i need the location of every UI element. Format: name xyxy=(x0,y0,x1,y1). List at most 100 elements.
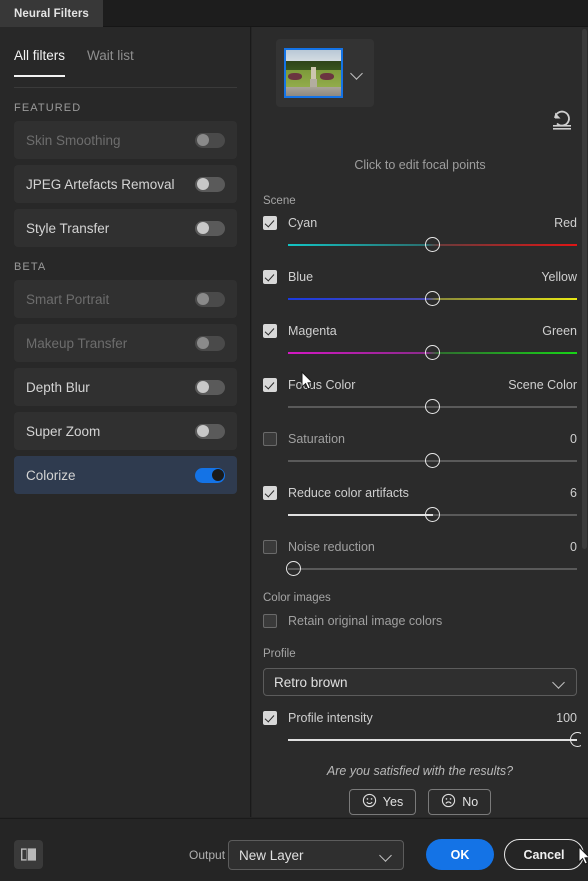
slider-right-label: Green xyxy=(542,324,577,338)
slider-right-label: Red xyxy=(554,216,577,230)
slider-blue-yellow: Blue Yellow xyxy=(263,268,577,310)
filters-sidebar: All filters Wait list FEATURED Skin Smoo… xyxy=(0,27,251,817)
cancel-button[interactable]: Cancel xyxy=(504,839,584,870)
slider-knob[interactable] xyxy=(286,561,302,576)
slider-track-area[interactable] xyxy=(288,504,577,526)
slider-knob[interactable] xyxy=(425,507,440,522)
slider-cyan-red: Cyan Red xyxy=(263,214,577,256)
slider-knob[interactable] xyxy=(425,345,440,360)
slider-left-label: Focus Color xyxy=(288,378,356,392)
ok-button[interactable]: OK xyxy=(426,839,494,870)
slider-checkbox[interactable] xyxy=(263,270,277,284)
filter-row-makeup-transfer[interactable]: Makeup Transfer xyxy=(14,324,237,362)
slider-left-label: Blue xyxy=(288,270,314,284)
slider-track-area[interactable] xyxy=(286,558,577,580)
slider-checkbox[interactable] xyxy=(263,324,277,338)
slider-knob[interactable] xyxy=(425,399,440,414)
filter-group-title: BETA xyxy=(14,261,47,273)
reset-icon[interactable] xyxy=(550,109,574,131)
filter-list: FEATURED Skin Smoothing JPEG Artefacts R… xyxy=(0,102,251,508)
slider-magenta-green: Magenta Green xyxy=(263,322,577,364)
chevron-down-icon xyxy=(553,676,566,689)
chevron-down-icon[interactable] xyxy=(351,67,364,80)
filter-label: Makeup Transfer xyxy=(26,335,128,351)
slider-saturation: Saturation 0 xyxy=(263,430,577,472)
feedback-no-button[interactable]: No xyxy=(428,789,492,815)
slider-knob[interactable] xyxy=(425,453,440,468)
filter-toggle[interactable] xyxy=(195,132,225,148)
filter-label: Smart Portrait xyxy=(26,291,110,307)
tab-wait-list[interactable]: Wait list xyxy=(87,48,134,77)
slider-track-area[interactable] xyxy=(288,450,577,472)
filter-toggle[interactable] xyxy=(195,467,225,483)
output-dropdown[interactable]: New Layer xyxy=(228,840,404,870)
filter-toggle[interactable] xyxy=(195,176,225,192)
feedback-yes-button[interactable]: Yes xyxy=(348,789,417,815)
scrollbar-thumb[interactable] xyxy=(582,29,587,549)
filter-row-skin-smoothing[interactable]: Skin Smoothing xyxy=(14,121,237,159)
feedback-no-label: No xyxy=(462,795,479,809)
filter-toggle[interactable] xyxy=(195,335,225,351)
slider-knob[interactable] xyxy=(425,291,440,306)
preview-thumbnail-selector[interactable] xyxy=(276,39,374,107)
slider-checkbox[interactable] xyxy=(263,216,277,230)
filter-row-smart-portrait[interactable]: Smart Portrait xyxy=(14,280,237,318)
slider-right-label: Scene Color xyxy=(508,378,577,392)
slider-track-area[interactable] xyxy=(288,342,577,364)
smiley-face-icon xyxy=(362,793,377,811)
slider-checkbox[interactable] xyxy=(263,432,277,446)
filter-label: JPEG Artefacts Removal xyxy=(26,176,175,192)
slider-track-area[interactable] xyxy=(288,234,577,256)
filter-label: Skin Smoothing xyxy=(26,132,121,148)
slider-checkbox[interactable] xyxy=(263,540,277,554)
profile-label: Profile xyxy=(263,648,296,660)
feedback-section: Are you satisfied with the results? Yes xyxy=(252,764,588,815)
slider-left-label: Reduce color artifacts xyxy=(288,486,409,500)
filter-toggle[interactable] xyxy=(195,379,225,395)
slider-knob[interactable] xyxy=(425,237,440,252)
profile-dropdown[interactable]: Retro brown xyxy=(263,668,577,696)
slider-checkbox[interactable] xyxy=(263,711,277,725)
slider-left-label: Cyan xyxy=(288,216,318,230)
slider-left-label: Profile intensity xyxy=(288,711,373,725)
color-images-label: Color images xyxy=(263,592,331,604)
focal-points-caption[interactable]: Click to edit focal points xyxy=(252,158,588,172)
garden-thumbnail[interactable] xyxy=(284,48,343,98)
feedback-question: Are you satisfied with the results? xyxy=(326,764,514,778)
slider-checkbox[interactable] xyxy=(263,378,277,392)
slider-profile-intensity: Profile intensity 100 xyxy=(263,709,585,751)
split-preview-icon[interactable] xyxy=(14,840,43,869)
sad-face-icon xyxy=(441,793,456,811)
slider-checkbox[interactable] xyxy=(263,486,277,500)
scene-controls: Scene Cyan Red Blue Yellow Magenta Green… xyxy=(252,195,588,763)
filter-label: Super Zoom xyxy=(26,423,101,439)
filter-row-style-transfer[interactable]: Style Transfer xyxy=(14,209,237,247)
filter-row-super-zoom[interactable]: Super Zoom xyxy=(14,412,237,450)
filter-toggle[interactable] xyxy=(195,291,225,307)
tab-neural-filters[interactable]: Neural Filters xyxy=(0,0,103,27)
output-value: New Layer xyxy=(239,847,304,863)
tab-all-filters[interactable]: All filters xyxy=(14,48,66,77)
retain-original-colors-checkbox[interactable] xyxy=(263,614,277,628)
filter-row-depth-blur[interactable]: Depth Blur xyxy=(14,368,237,406)
panel-tab-label: Neural Filters xyxy=(14,7,89,20)
filter-label: Colorize xyxy=(26,467,76,483)
feedback-buttons: Yes No xyxy=(252,789,588,815)
filter-toggle[interactable] xyxy=(195,220,225,236)
chevron-down-icon xyxy=(380,849,393,862)
filter-row-jpeg-artefacts-removal[interactable]: JPEG Artefacts Removal xyxy=(14,165,237,203)
slider-track-area[interactable] xyxy=(288,729,585,751)
filter-toggle[interactable] xyxy=(195,423,225,439)
filter-row-colorize[interactable]: Colorize xyxy=(14,456,237,494)
panel-scrollbar[interactable] xyxy=(581,27,588,817)
neural-filters-dialog: Neural Filters All filters Wait list FEA… xyxy=(0,0,588,881)
sidebar-tabs-divider xyxy=(14,87,237,88)
feedback-yes-label: Yes xyxy=(382,795,404,809)
slider-track-area[interactable] xyxy=(288,288,577,310)
panel-tab-strip: Neural Filters xyxy=(0,0,588,27)
filter-label: Style Transfer xyxy=(26,220,110,236)
profile-value: Retro brown xyxy=(274,674,348,690)
slider-track-area[interactable] xyxy=(288,396,577,418)
filter-group-title: FEATURED xyxy=(14,102,82,114)
retain-original-colors-row[interactable]: Retain original image colors xyxy=(263,612,577,630)
